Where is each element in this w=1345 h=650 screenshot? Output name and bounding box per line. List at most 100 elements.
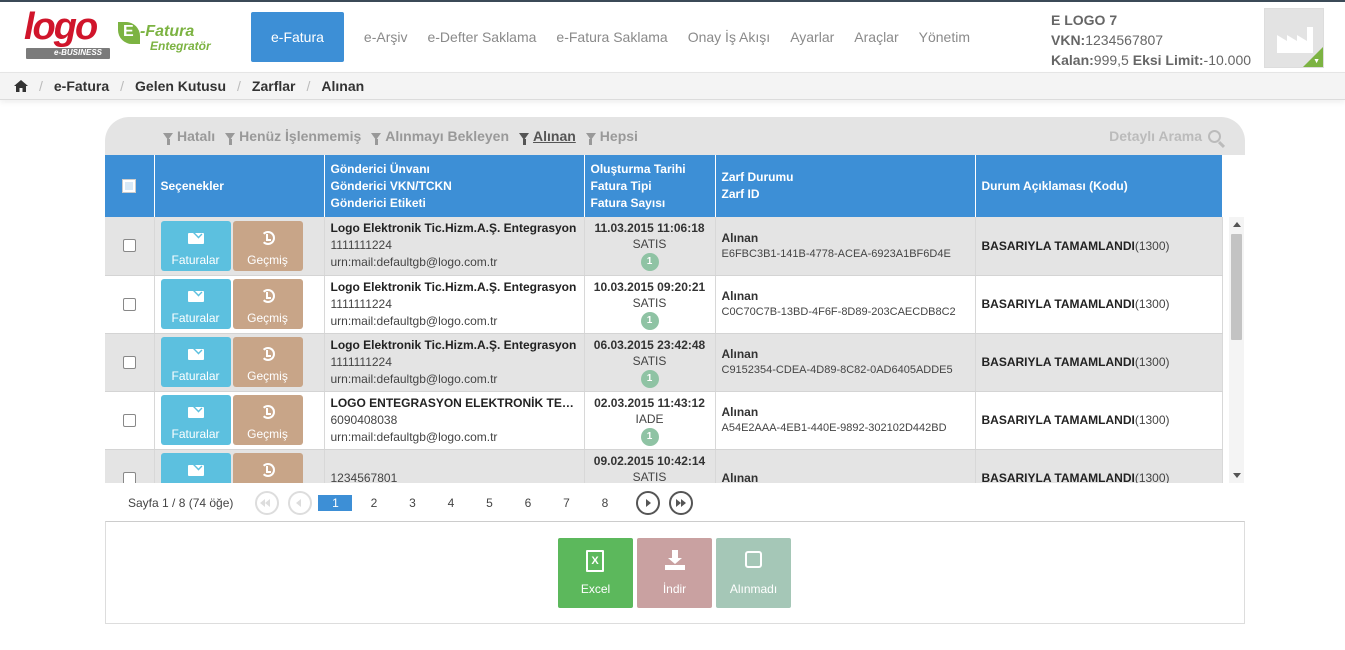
row-options-cell: Faturalar Geçmiş: [154, 333, 325, 392]
eksi-limit-label: Eksi Limit:: [1132, 52, 1204, 68]
history-button[interactable]: Geçmiş: [232, 395, 303, 445]
header-date[interactable]: Oluşturma Tarihi Fatura Tipi Fatura Sayı…: [584, 155, 716, 217]
excel-button[interactable]: X Excel: [558, 538, 633, 608]
page-number-1[interactable]: 1: [318, 495, 353, 511]
filter-alinmayi-bekleyen[interactable]: Alınmayı Bekleyen: [371, 128, 509, 145]
row-checkbox[interactable]: [122, 413, 136, 427]
sender-name: Logo Elektronik Tic.Hizm.A.Ş. Entegrasyo…: [330, 279, 577, 294]
table-row[interactable]: Faturalar Geçmiş LOGO ENTEGRASYON ELEKTRON…: [105, 391, 1223, 450]
filter-alinan[interactable]: Alınan: [519, 128, 576, 145]
invoices-button[interactable]: Faturalar: [160, 220, 231, 271]
row-options-cell: Faturalar Geçmiş: [154, 275, 325, 334]
sender-cell: Logo Elektronik Tic.Hizm.A.Ş. Entegrasyo…: [324, 217, 585, 276]
page-number-2[interactable]: 2: [357, 495, 391, 511]
status-code: (1300): [1134, 471, 1170, 483]
company-avatar[interactable]: ▼: [1264, 8, 1324, 68]
page-number-7[interactable]: 7: [549, 495, 583, 511]
detail-search-label: Detaylı Arama: [1109, 128, 1202, 144]
sender-tag: urn:mail:defaultgb@logo.com.tr: [330, 371, 498, 386]
pager-info: Sayfa 1 / 8 (74 öğe): [128, 496, 234, 510]
envelope-icon: [187, 407, 204, 418]
header: logo e-BUSINESS E -Fatura Entegratör e-F…: [0, 2, 1345, 72]
download-label: İndir: [662, 582, 687, 596]
status-code: (1300): [1134, 297, 1170, 311]
download-button[interactable]: İndir: [637, 538, 712, 608]
invoice-count-badge: 1: [640, 253, 659, 272]
invoices-button[interactable]: Faturalar: [160, 395, 231, 445]
nav-earsiv[interactable]: e-Arşiv: [364, 29, 408, 45]
table-row[interactable]: Faturalar Geçmiş Logo Elektronik Tic.Hizm.…: [105, 275, 1223, 334]
breadcrumb-zarflar[interactable]: Zarflar: [252, 78, 296, 94]
table-row[interactable]: Faturalar Geçmiş Logo Elektronik Tic.Hizm.…: [105, 217, 1223, 276]
breadcrumb-gelen-kutusu[interactable]: Gelen Kutusu: [135, 78, 226, 94]
row-select-cell: [105, 275, 155, 334]
header-sender-tag: Gönderici Etiketi: [330, 195, 426, 210]
row-checkbox[interactable]: [122, 355, 136, 369]
row-select-cell: [105, 217, 155, 276]
history-icon: [260, 289, 275, 303]
table-scrollbar[interactable]: [1229, 217, 1244, 483]
nav-efatura[interactable]: e-Fatura: [251, 12, 344, 62]
select-all-checkbox[interactable]: [122, 179, 137, 193]
first-page-button[interactable]: [255, 491, 280, 515]
page-number-5[interactable]: 5: [472, 495, 506, 511]
pagination: Sayfa 1 / 8 (74 öğe) 12345678: [105, 486, 1245, 520]
entegrator-wordmark: Entegratör: [150, 39, 211, 53]
nav-efatura-saklama[interactable]: e-Fatura Saklama: [556, 29, 667, 45]
page-number-4[interactable]: 4: [434, 495, 468, 511]
page-number-6[interactable]: 6: [511, 495, 545, 511]
logo-business-logo[interactable]: logo e-BUSINESS: [24, 6, 114, 62]
history-button[interactable]: Geçmiş: [232, 453, 303, 483]
detail-search-button[interactable]: Detaylı Arama: [1109, 128, 1221, 144]
history-icon: [260, 463, 275, 477]
invoices-button[interactable]: Faturalar: [160, 337, 231, 387]
next-page-button[interactable]: [636, 491, 661, 515]
invoice-count-badge: 1: [640, 427, 659, 446]
row-checkbox[interactable]: [122, 239, 136, 253]
prev-page-button[interactable]: [288, 491, 313, 515]
sender-tag: urn:mail:defaultgb@logo.com.tr: [330, 255, 498, 270]
invoices-button[interactable]: Faturalar: [160, 279, 231, 329]
scrollbar-thumb[interactable]: [1231, 234, 1242, 340]
header-status[interactable]: Durum Açıklaması (Kodu): [975, 155, 1223, 217]
sender-cell: Logo Elektronik Tic.Hizm.A.Ş. Entegrasyo…: [324, 333, 585, 392]
breadcrumb-efatura[interactable]: e-Fatura: [54, 78, 109, 94]
home-icon[interactable]: [14, 80, 28, 92]
nav-edefter-saklama[interactable]: e-Defter Saklama: [427, 29, 536, 45]
nav-onay-is-akisi[interactable]: Onay İş Akışı: [688, 29, 770, 45]
table-row[interactable]: Faturalar Geçmiş Logo Elektronik Tic.Hizm.…: [105, 333, 1223, 392]
nav-araclar[interactable]: Araçlar: [854, 29, 898, 45]
history-button[interactable]: Geçmiş: [232, 279, 303, 329]
envelopes-table-container: Seçenekler Gönderici Ünvanı Gönderici VK…: [105, 155, 1245, 483]
scroll-down-arrow-icon[interactable]: [1233, 473, 1241, 478]
history-button[interactable]: Geçmiş: [232, 220, 303, 271]
last-page-button[interactable]: [669, 491, 694, 515]
filter-label: Henüz İşlenmemiş: [239, 128, 362, 144]
history-button[interactable]: Geçmiş: [232, 337, 303, 387]
row-checkbox[interactable]: [122, 471, 136, 483]
main-nav: e-Fatura e-Arşiv e-Defter Saklama e-Fatu…: [251, 12, 990, 62]
table-row[interactable]: FaturalarGeçmiş 1234567801 09.02.2015 10…: [105, 449, 1223, 483]
history-button-label: Geçmiş: [247, 369, 288, 383]
invoices-button[interactable]: Faturalar: [160, 453, 231, 483]
breadcrumb-separator: /: [120, 78, 125, 94]
not-received-button[interactable]: Alınmadı: [716, 538, 791, 608]
invoices-button-label: Faturalar: [171, 311, 220, 325]
page-number-3[interactable]: 3: [395, 495, 429, 511]
filter-label: Hatalı: [177, 128, 216, 144]
filter-hepsi[interactable]: Hepsi: [585, 128, 638, 145]
row-checkbox[interactable]: [122, 297, 136, 311]
nav-ayarlar[interactable]: Ayarlar: [790, 29, 834, 45]
status-cell: BASARIYLA TAMAMLANDI(1300): [975, 275, 1223, 334]
scroll-up-arrow-icon[interactable]: [1233, 222, 1241, 227]
page-number-8[interactable]: 8: [588, 495, 622, 511]
filter-henuz-islenmemis[interactable]: Henüz İşlenmemiş: [225, 128, 362, 145]
date-cell: 02.03.2015 11:43:12 IADE 1: [584, 391, 716, 450]
filter-hatali[interactable]: Hatalı: [163, 128, 216, 145]
header-sender[interactable]: Gönderici Ünvanı Gönderici VKN/TCKN Gönd…: [324, 155, 585, 217]
vkn-label: VKN:: [1051, 32, 1086, 48]
filter-icon: [371, 132, 382, 145]
header-envelope[interactable]: Zarf Durumu Zarf ID: [715, 155, 976, 217]
efatura-entegrator-logo: E -Fatura Entegratör: [118, 20, 228, 60]
nav-yonetim[interactable]: Yönetim: [919, 29, 970, 45]
